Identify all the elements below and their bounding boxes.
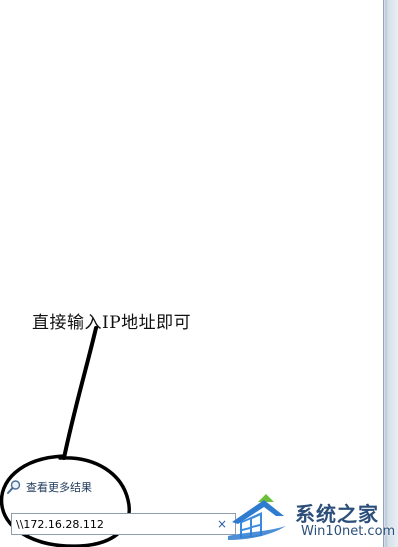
watermark-subtitle: Win10net.com [301, 524, 396, 539]
start-menu-screenshot: 直接输入IP地址即可 查看更多结果 × 系统之家 Win10net.com [0, 0, 398, 547]
magnifier-icon [7, 480, 21, 494]
start-menu-right-edge [383, 0, 398, 547]
watermark: 系统之家 Win10net.com [226, 486, 398, 547]
search-input[interactable] [12, 515, 211, 533]
annotation-text: 直接输入IP地址即可 [32, 313, 192, 333]
house-logo-icon [228, 494, 286, 540]
annotation-drawing [0, 326, 131, 547]
see-more-results-label: 查看更多结果 [26, 481, 92, 494]
annotation-arrow-line [62, 326, 98, 460]
watermark-title: 系统之家 [295, 502, 379, 526]
start-search-box[interactable]: × [11, 513, 236, 535]
see-more-results-link[interactable]: 查看更多结果 [6, 478, 92, 496]
